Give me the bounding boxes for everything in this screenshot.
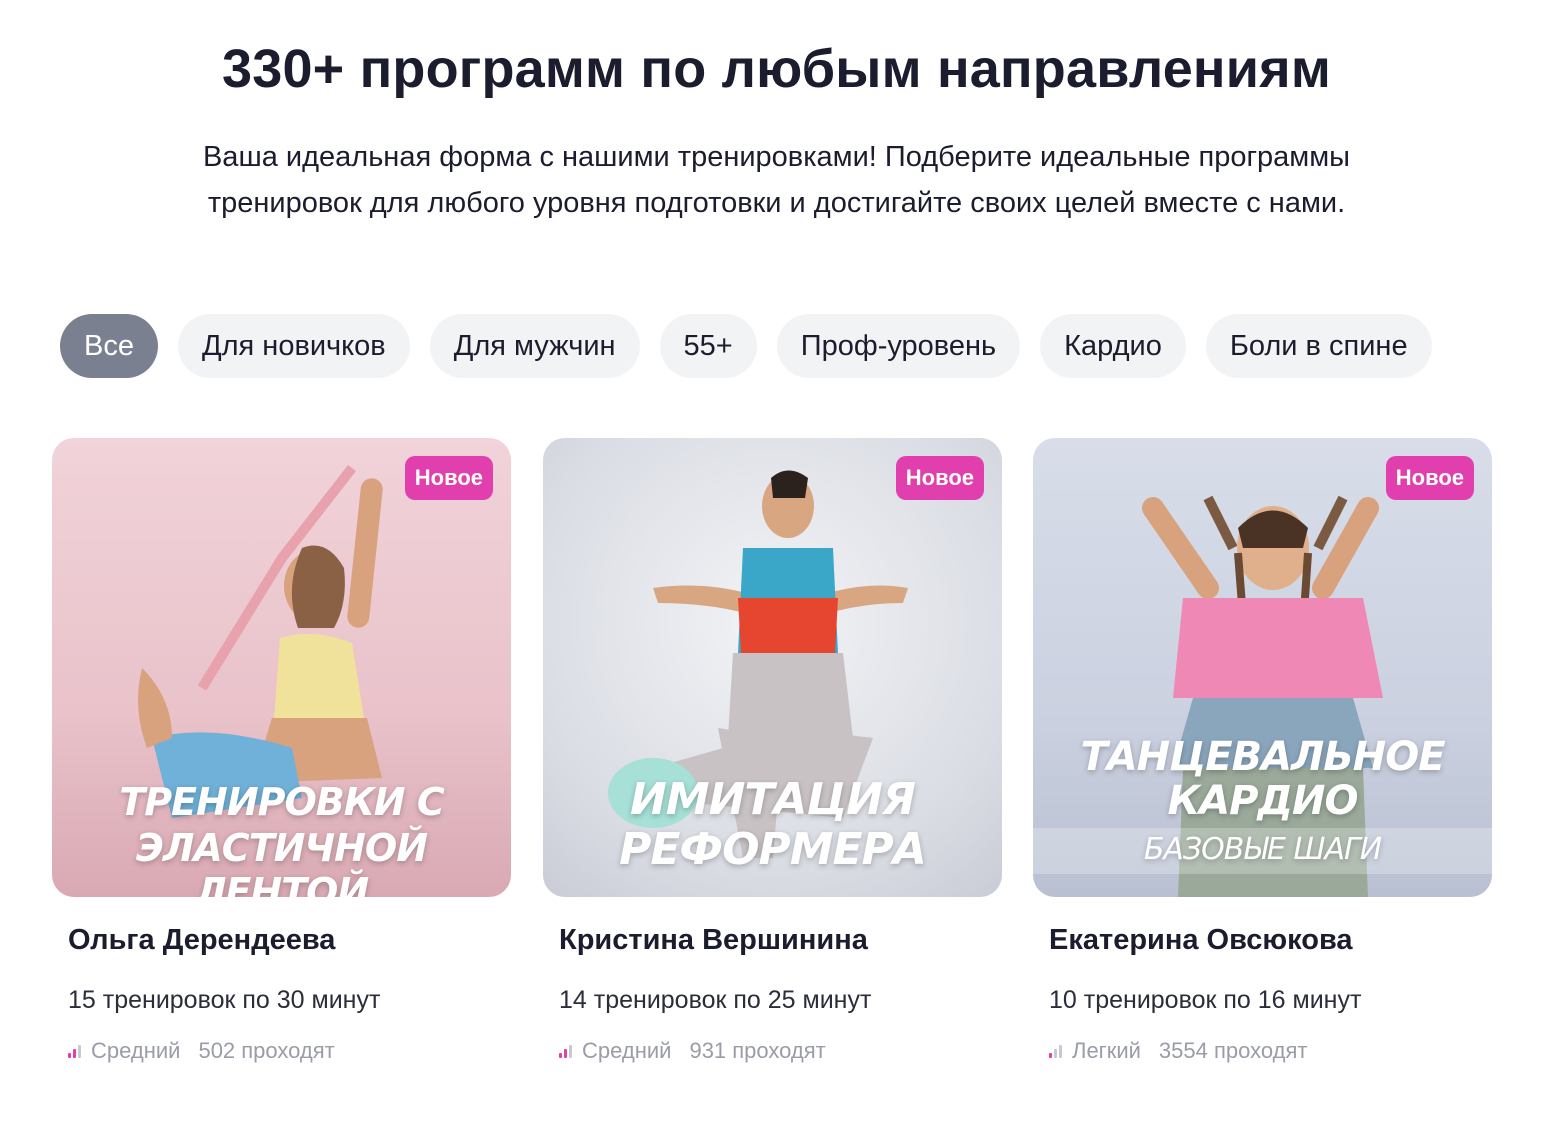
filter-chip-beginners[interactable]: Для новичков: [177, 314, 410, 378]
level-label: Средний: [582, 1038, 672, 1063]
program-card[interactable]: Новое Тренировки с эластичной лентой Оль…: [52, 438, 511, 1063]
filter-chip-men[interactable]: Для мужчин: [429, 314, 640, 378]
filter-chip-pro[interactable]: Проф-уровень: [776, 314, 1021, 378]
filter-chip-55plus[interactable]: 55+: [659, 314, 757, 378]
program-cover[interactable]: Новое Имитация реформера: [543, 438, 1002, 897]
program-cover[interactable]: Новое Танцевальное кардио Базовые шаги: [1033, 438, 1492, 897]
participants-count: 3554 проходят: [1158, 1038, 1308, 1063]
level-label: Легкий: [1072, 1038, 1141, 1063]
level-bars-icon: [1049, 1044, 1064, 1058]
participants-count: 502 проходят: [198, 1038, 335, 1063]
filter-chip-cardio[interactable]: Кардио: [1040, 314, 1186, 378]
card-meta: Средний 931 проходят: [559, 1038, 826, 1064]
filter-chip-all[interactable]: Все: [60, 314, 158, 378]
new-badge: Новое: [895, 456, 984, 500]
level-bars-icon: [559, 1044, 574, 1058]
cover-title-line-1: Тренировки с: [119, 780, 444, 824]
trainer-name[interactable]: Ольга Дерендеева: [68, 924, 335, 957]
workouts-info: 15 тренировок по 30 минут: [68, 986, 381, 1014]
filter-chips: Все Для новичков Для мужчин 55+ Проф-уровень…: [60, 314, 1492, 378]
workouts-info: 10 тренировок по 16 минут: [1049, 986, 1362, 1014]
filter-chip-back-pain[interactable]: Боли в спине: [1205, 314, 1432, 378]
workouts-info: 14 тренировок по 25 минут: [559, 986, 872, 1014]
program-card[interactable]: Новое Танцевальное кардио Базовые шаги Е…: [1033, 438, 1492, 1063]
program-card[interactable]: Новое Имитация реформера Кристина Вершин…: [543, 438, 1002, 1063]
new-badge: Новое: [1385, 456, 1474, 500]
cover-title-line-2: эластичной лентой: [135, 826, 428, 897]
cover-subtitle: Базовые шаги: [1143, 832, 1382, 867]
subtitle-line-2: тренировок для любого уровня подготовки …: [207, 187, 1346, 219]
cover-title-line-1: Танцевальное: [1080, 734, 1445, 780]
level-bars-icon: [68, 1044, 83, 1058]
card-meta: Легкий 3554 проходят: [1049, 1038, 1307, 1064]
program-cover[interactable]: Новое Тренировки с эластичной лентой: [52, 438, 511, 897]
subtitle-line-1: Ваша идеальная форма с нашими тренировка…: [202, 141, 1351, 173]
cover-title-line-1: Имитация: [629, 774, 916, 825]
level-label: Средний: [91, 1038, 181, 1063]
section-title: 330+ программ по любым направлениям: [221, 39, 1332, 99]
trainer-name[interactable]: Кристина Вершинина: [559, 924, 868, 957]
card-meta: Средний 502 проходят: [68, 1038, 335, 1064]
section-subtitle: Ваша идеальная форма с нашими тренировка…: [60, 134, 1493, 226]
trainer-name[interactable]: Екатерина Овсюкова: [1049, 924, 1353, 957]
participants-count: 931 проходят: [689, 1038, 826, 1063]
cover-title-line-2: кардио: [1167, 778, 1358, 824]
new-badge: Новое: [404, 456, 493, 500]
cover-title-line-2: реформера: [619, 824, 927, 875]
